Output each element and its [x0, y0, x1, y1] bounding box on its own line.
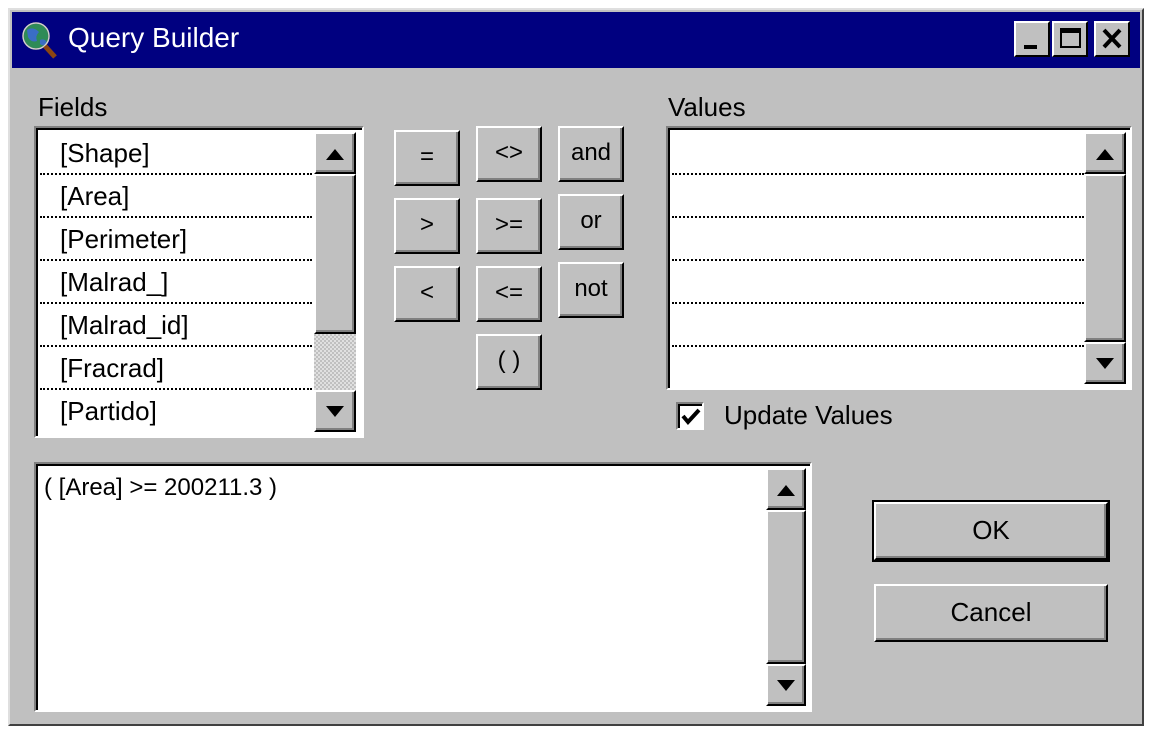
expression-textarea[interactable]: ( [Area] >= 200211.3 ): [34, 462, 812, 712]
greater-than-button[interactable]: >: [394, 198, 460, 254]
maximize-button[interactable]: [1052, 21, 1088, 57]
scroll-thumb[interactable]: [1084, 174, 1126, 342]
minimize-icon: [1024, 45, 1037, 49]
list-item[interactable]: [Partido]: [40, 390, 312, 433]
values-list[interactable]: [666, 126, 1132, 390]
arrow-up-icon: [777, 485, 795, 496]
or-button[interactable]: or: [558, 194, 624, 250]
less-than-button[interactable]: <: [394, 266, 460, 322]
window-title: Query Builder: [68, 22, 240, 53]
scroll-up-button[interactable]: [766, 468, 806, 510]
list-item[interactable]: [672, 261, 1084, 304]
ok-button[interactable]: OK: [872, 500, 1110, 562]
values-label: Values: [668, 92, 746, 122]
list-item[interactable]: [672, 304, 1084, 347]
fields-label: Fields: [38, 92, 108, 122]
close-icon: [1102, 28, 1122, 49]
expression-text[interactable]: ( [Area] >= 200211.3 ): [44, 474, 277, 502]
scroll-down-button[interactable]: [1084, 342, 1126, 384]
list-item[interactable]: [Shape]: [40, 132, 312, 175]
list-item[interactable]: [Fracrad]: [40, 347, 312, 390]
scroll-thumb[interactable]: [766, 510, 806, 664]
list-item[interactable]: [672, 132, 1084, 175]
not-button[interactable]: not: [558, 262, 624, 318]
scroll-thumb[interactable]: [314, 174, 356, 334]
close-button[interactable]: [1094, 21, 1130, 57]
scroll-down-button[interactable]: [766, 664, 806, 706]
update-values-checkbox[interactable]: [676, 402, 704, 430]
fields-list[interactable]: [Shape] [Area] [Perimeter] [Malrad_] [Ma…: [34, 126, 364, 438]
globe-magnifier-icon: [18, 20, 58, 60]
greater-equal-button[interactable]: >=: [476, 198, 542, 254]
arrow-down-icon: [1096, 358, 1114, 369]
arrow-up-icon: [326, 149, 344, 160]
arrow-up-icon: [1096, 149, 1114, 160]
and-button[interactable]: and: [558, 126, 624, 182]
list-item[interactable]: [672, 175, 1084, 218]
scroll-up-button[interactable]: [1084, 132, 1126, 174]
arrow-down-icon: [777, 680, 795, 691]
list-item[interactable]: [Malrad_]: [40, 261, 312, 304]
equals-button[interactable]: =: [394, 130, 460, 186]
list-item[interactable]: [Perimeter]: [40, 218, 312, 261]
list-item[interactable]: [Malrad_id]: [40, 304, 312, 347]
parentheses-button[interactable]: ( ): [476, 334, 542, 390]
scroll-up-button[interactable]: [314, 132, 356, 174]
arrow-down-icon: [326, 406, 344, 417]
minimize-button[interactable]: [1014, 21, 1050, 57]
scroll-down-button[interactable]: [314, 390, 356, 432]
not-equal-button[interactable]: <>: [476, 126, 542, 182]
less-equal-button[interactable]: <=: [476, 266, 542, 322]
list-item[interactable]: [Area]: [40, 175, 312, 218]
title-bar[interactable]: Query Builder: [12, 12, 1140, 68]
checkmark-icon: [681, 408, 701, 426]
maximize-icon: [1060, 28, 1081, 48]
cancel-button[interactable]: Cancel: [874, 584, 1108, 642]
update-values-label[interactable]: Update Values: [724, 400, 893, 431]
list-item[interactable]: [672, 218, 1084, 261]
